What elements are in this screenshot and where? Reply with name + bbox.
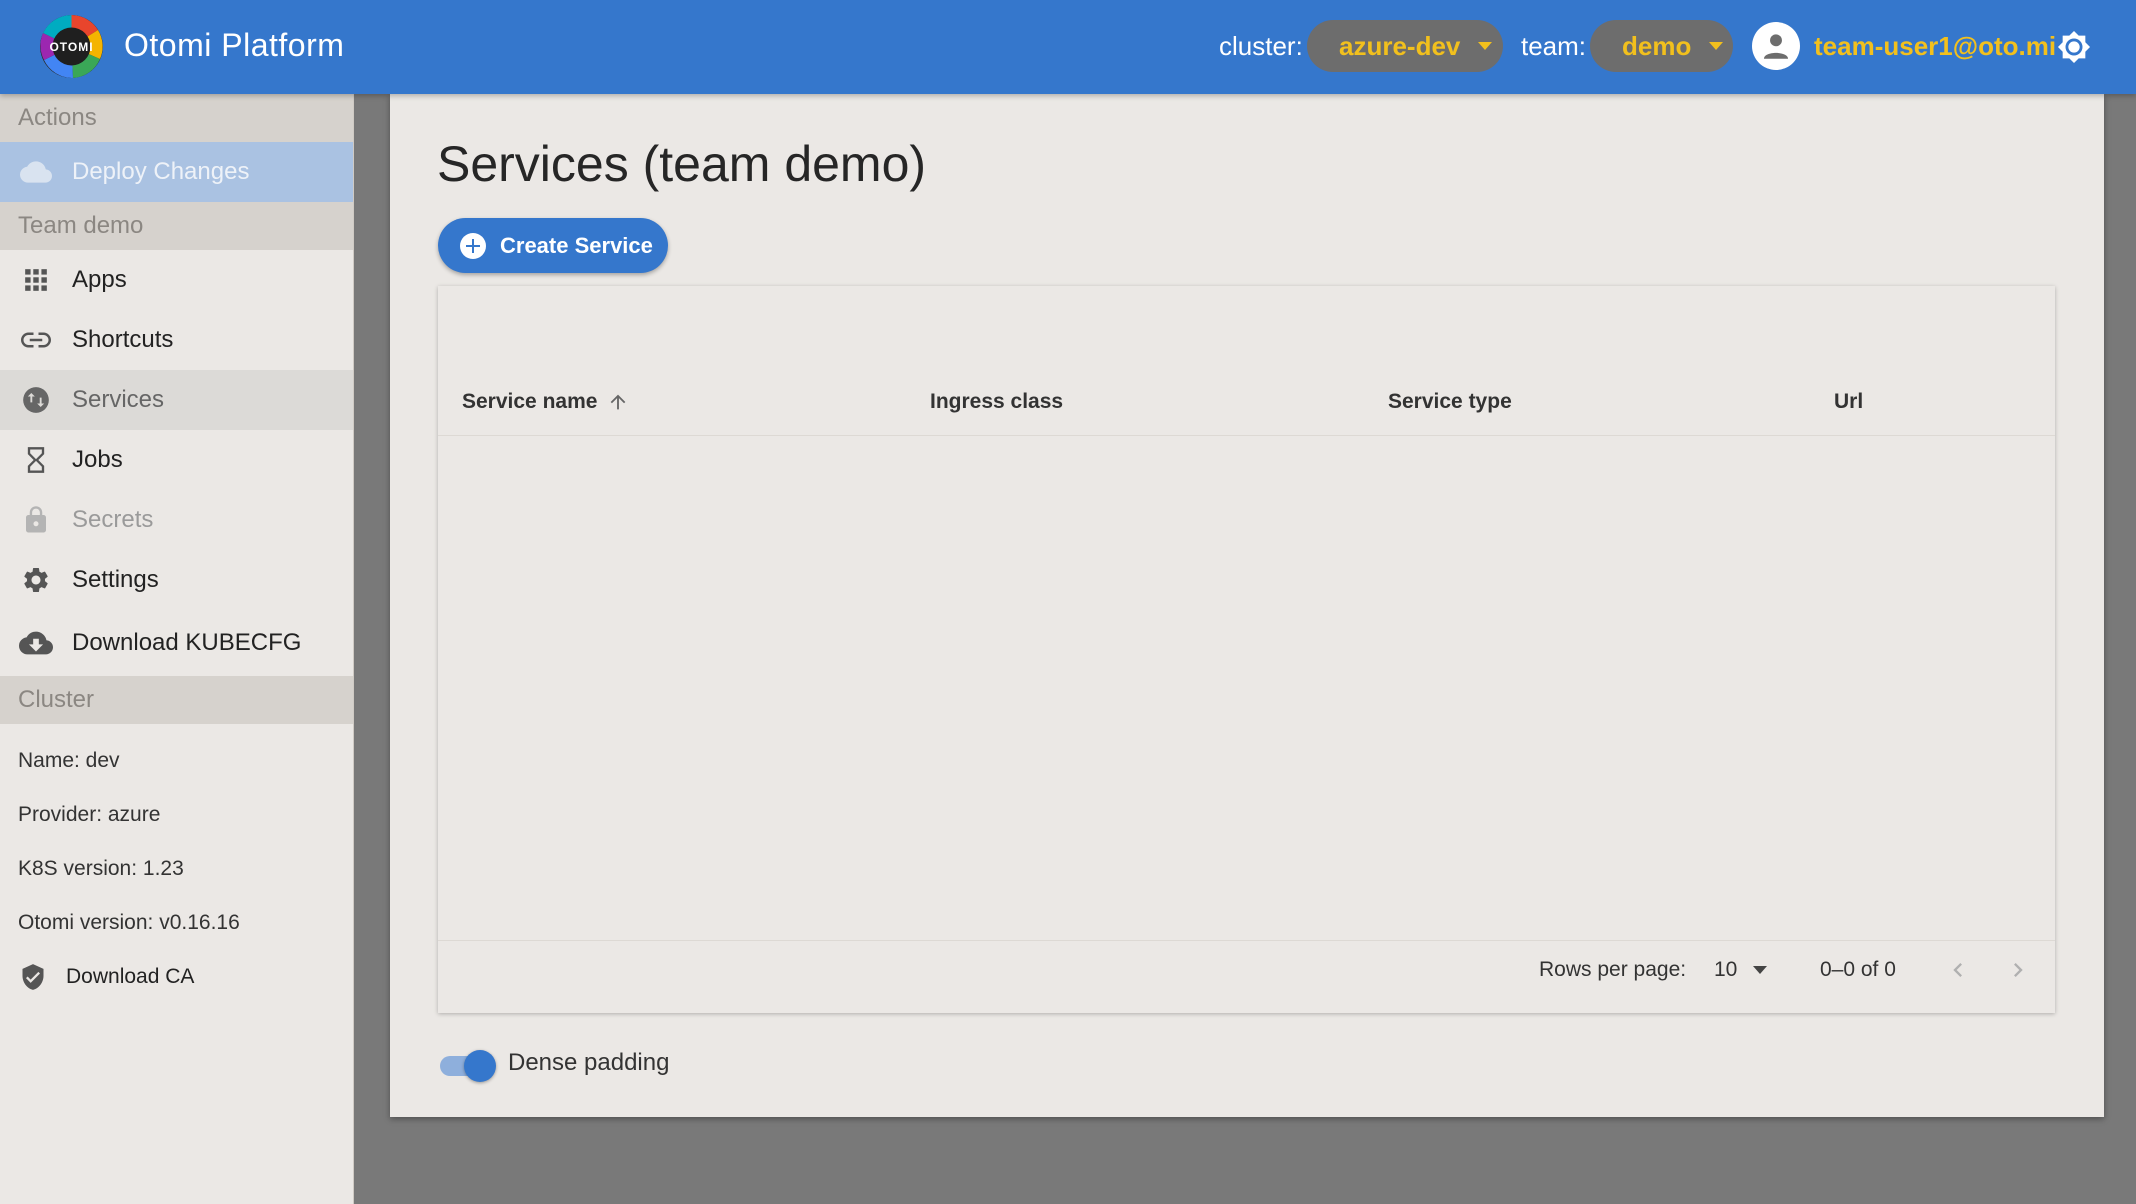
column-header-service-name[interactable]: Service name <box>462 390 629 414</box>
cluster-label: cluster: <box>1219 31 1303 61</box>
sidebar-item-settings[interactable]: Settings <box>0 550 353 610</box>
sidebar-team-header: Team demo <box>0 202 353 250</box>
sidebar-item-label: Shortcuts <box>72 326 174 353</box>
rows-per-page-value: 10 <box>1714 958 1738 981</box>
sidebar-item-label: Settings <box>72 566 159 593</box>
rows-per-page-select[interactable]: 10 <box>1714 958 1768 982</box>
top-app-bar: OTOMI Otomi Platform cluster: azure-dev … <box>0 0 2136 94</box>
column-header-label: Url <box>1834 390 1864 413</box>
main-content-card: Services (team demo) Create Service Serv… <box>390 94 2104 1117</box>
user-avatar-icon[interactable] <box>1752 22 1800 70</box>
chevron-right-icon <box>2014 963 2023 977</box>
next-page-button[interactable] <box>2004 956 2032 984</box>
sidebar-item-secrets[interactable]: Secrets <box>0 490 353 550</box>
cluster-provider: Provider: azure <box>18 803 161 826</box>
sidebar-item-jobs[interactable]: Jobs <box>0 430 353 490</box>
user-email[interactable]: team-user1@oto.mi <box>1814 31 2056 62</box>
sidebar-item-label: Jobs <box>72 446 123 473</box>
gear-icon <box>0 565 72 595</box>
download-ca-label: Download CA <box>66 965 195 988</box>
logo-text: OTOMI <box>49 39 94 54</box>
sidebar-item-shortcuts[interactable]: Shortcuts <box>0 310 353 370</box>
dense-padding-label: Dense padding <box>508 1049 670 1076</box>
cluster-select-value: azure-dev <box>1339 30 1461 61</box>
rows-per-page-label: Rows per page: <box>1539 958 1687 981</box>
dense-padding-toggle[interactable] <box>438 1048 496 1082</box>
team-select-value: demo <box>1622 30 1692 61</box>
lock-icon <box>0 505 72 535</box>
deploy-changes-button[interactable]: Deploy Changes <box>0 142 353 202</box>
cloud-upload-icon <box>0 160 72 184</box>
column-header-label: Service name <box>462 390 598 413</box>
cluster-select[interactable]: azure-dev <box>1307 20 1503 72</box>
sidebar-actions-header: Actions <box>0 94 353 142</box>
cloud-download-icon <box>0 630 72 656</box>
sidebar-item-apps[interactable]: Apps <box>0 250 353 310</box>
column-header-ingress-class[interactable]: Ingress class <box>930 390 1063 414</box>
app-title[interactable]: Otomi Platform <box>124 27 344 64</box>
team-label: team: <box>1521 31 1587 61</box>
add-circle-icon <box>460 232 486 259</box>
chevron-down-icon <box>1478 42 1493 50</box>
deploy-changes-label: Deploy Changes <box>72 158 250 185</box>
team-select[interactable]: demo <box>1590 20 1733 72</box>
otomi-logo[interactable]: OTOMI <box>40 15 103 78</box>
sidebar-item-label: Apps <box>72 266 127 293</box>
cluster-k8s-version: K8S version: 1.23 <box>18 857 184 880</box>
sort-arrow-up-icon <box>611 394 626 410</box>
cluster-name: Name: dev <box>18 749 120 772</box>
services-table: Service name Ingress class Service type … <box>438 286 2055 1013</box>
chevron-down-icon <box>1709 42 1724 50</box>
chevron-left-icon <box>1953 963 1962 977</box>
sidebar-item-label: Download KUBECFG <box>72 629 302 656</box>
sidebar-item-download-kubecfg[interactable]: Download KUBECFG <box>0 610 353 676</box>
column-header-url[interactable]: Url <box>1834 390 1863 414</box>
create-service-label: Create Service <box>500 232 653 258</box>
create-service-button[interactable]: Create Service <box>438 218 668 273</box>
cluster-otomi-version: Otomi version: v0.16.16 <box>18 911 240 934</box>
pagination-range: 0–0 of 0 <box>1820 958 1896 981</box>
page-title: Services (team demo) <box>437 136 927 192</box>
brightness-toggle-icon[interactable] <box>2057 30 2091 64</box>
sidebar-item-label: Services <box>72 386 165 413</box>
dense-padding-control: Dense padding <box>438 1048 670 1082</box>
hourglass-icon <box>0 446 72 474</box>
shield-check-icon <box>0 963 66 991</box>
sidebar-item-services[interactable]: Services <box>0 370 353 430</box>
link-icon <box>0 330 72 350</box>
table-header-divider <box>438 435 2055 436</box>
chevron-down-icon <box>1753 966 1768 974</box>
sidebar-cluster-header: Cluster <box>0 676 353 724</box>
sidebar-item-label: Secrets <box>72 506 154 533</box>
column-header-service-type[interactable]: Service type <box>1388 390 1512 414</box>
table-footer-divider <box>438 940 2055 941</box>
services-icon <box>0 386 72 414</box>
column-header-label: Ingress class <box>930 390 1064 413</box>
previous-page-button[interactable] <box>1944 956 1972 984</box>
download-ca-button[interactable]: Download CA <box>0 950 353 1004</box>
apps-grid-icon <box>0 267 72 293</box>
toggle-thumb <box>464 1050 496 1082</box>
sidebar: Actions Deploy Changes Team demo Apps Sh… <box>0 94 354 1204</box>
column-header-label: Service type <box>1388 390 1512 413</box>
